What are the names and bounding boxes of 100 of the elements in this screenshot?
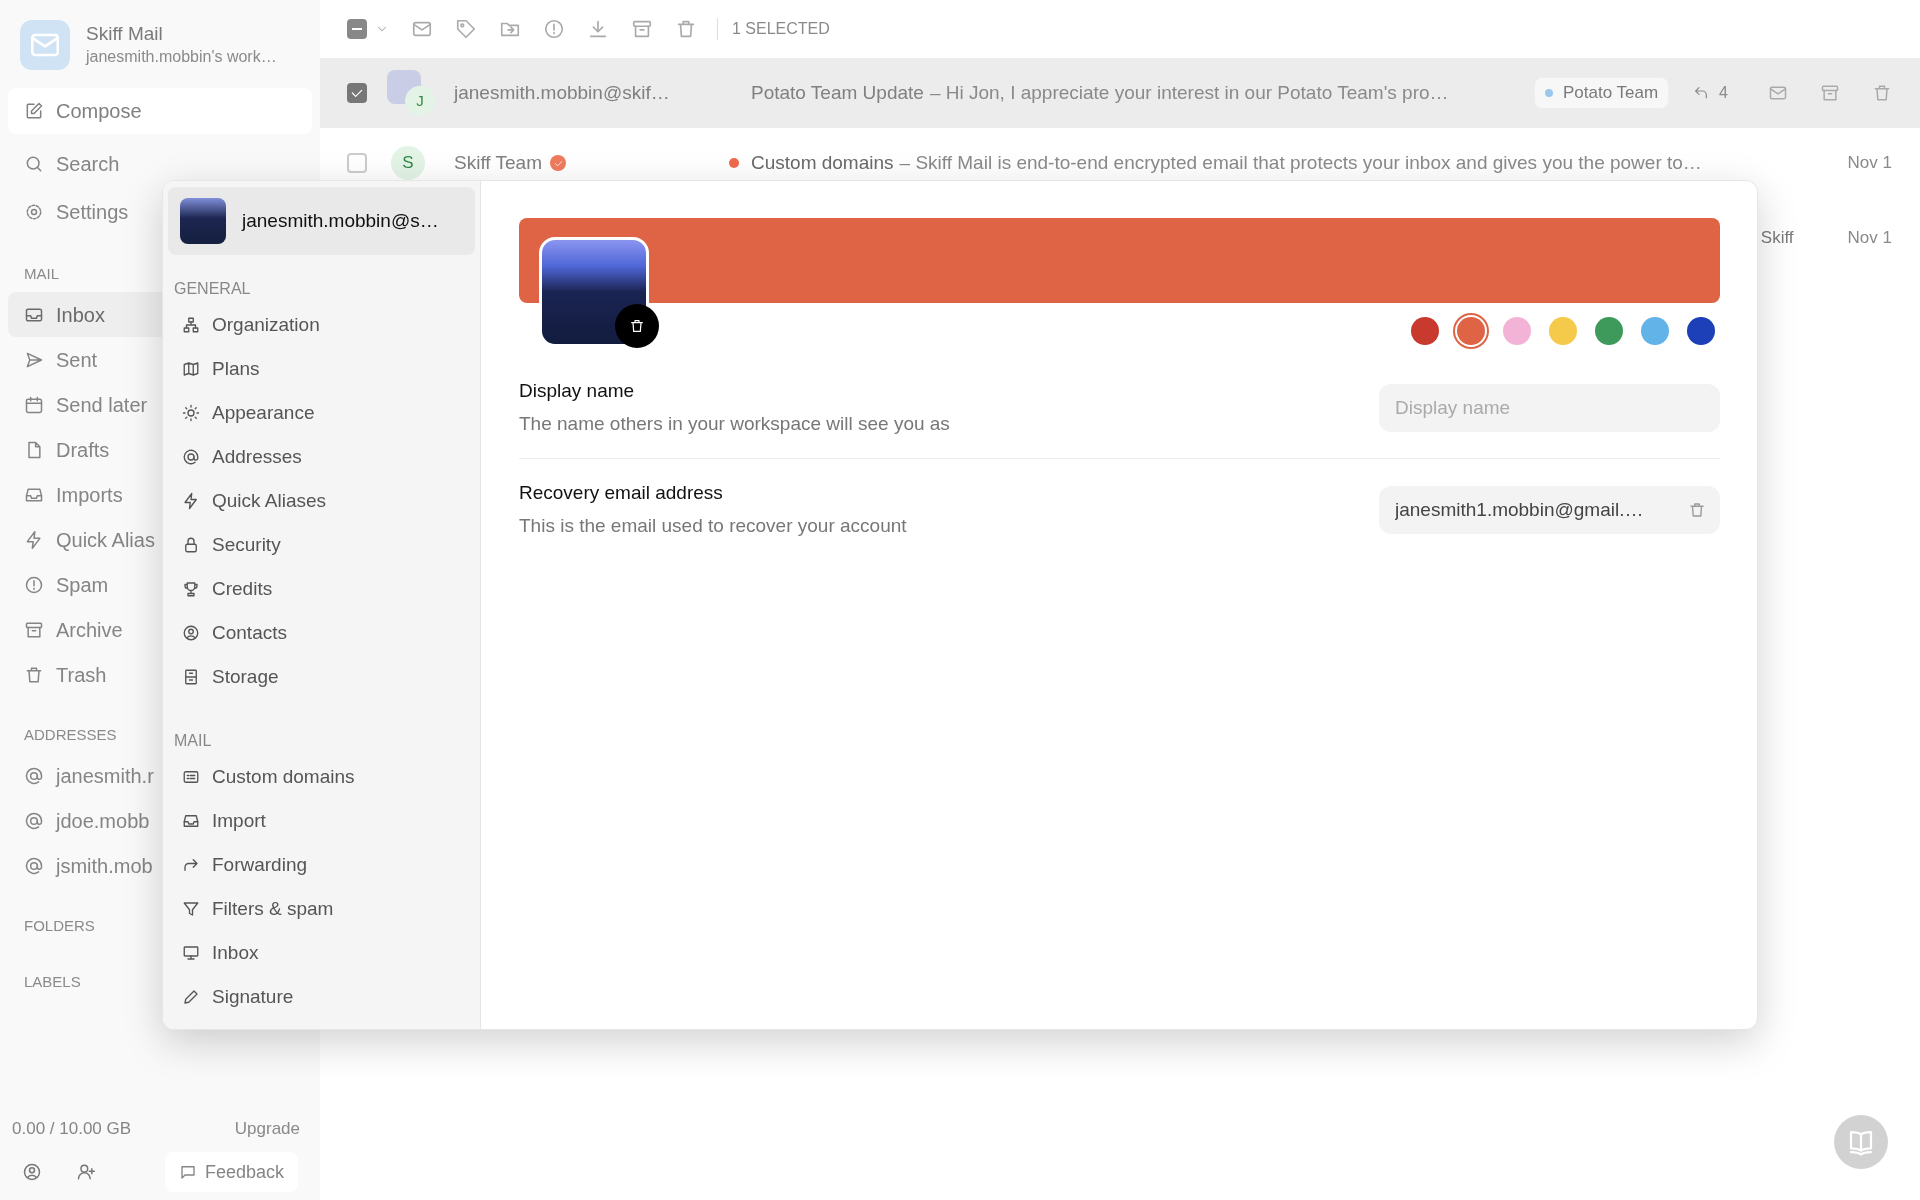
message-row[interactable]: J janesmith.mobbin@skif… Potato Team Update – Hi Jon, I appreciate your interest in our Potato Team's pro… Potato Team 4 <box>320 58 1920 128</box>
settings-nav-item[interactable]: Inbox <box>168 931 475 975</box>
settings-nav-item[interactable]: Appearance <box>168 391 475 435</box>
user-plus-icon <box>76 1162 96 1182</box>
tag-icon <box>455 18 477 40</box>
settings-nav-item[interactable]: Custom domains <box>168 755 475 799</box>
trash-icon <box>675 18 697 40</box>
avatar: J <box>405 86 435 116</box>
message-subject: Custom domains <box>751 150 894 175</box>
monitor-icon <box>182 944 200 962</box>
toolbar-button[interactable] <box>543 18 565 40</box>
field-description: This is the email used to recover your account <box>519 513 907 538</box>
trash-icon <box>1872 83 1892 103</box>
archive-icon <box>1820 83 1840 103</box>
label-tag[interactable]: Potato Team <box>1533 77 1670 109</box>
lock-icon <box>182 536 200 554</box>
edit-icon <box>24 101 44 121</box>
user-circle-icon <box>22 1162 42 1182</box>
selection-count: 1 SELECTED <box>732 19 830 39</box>
section-heading: MAIL <box>173 731 213 751</box>
toolbar-button[interactable] <box>631 18 653 40</box>
map-icon <box>182 360 200 378</box>
feedback-button[interactable]: Feedback <box>164 1152 298 1192</box>
exclamation-circle-icon <box>543 18 565 40</box>
field-description: The name others in your workspace will see you as <box>519 411 950 436</box>
forward-arrow-icon <box>182 856 200 874</box>
sun-icon <box>182 404 200 422</box>
storage-usage: 0.00 / 10.00 GB <box>12 1118 132 1141</box>
hierarchy-icon <box>182 316 200 334</box>
input-field[interactable]: Display name <box>1379 383 1720 432</box>
settings-nav-item[interactable]: Signature <box>168 975 475 1019</box>
select-all-checkbox[interactable] <box>347 19 367 39</box>
section-heading: FOLDERS <box>24 916 95 936</box>
checkbox[interactable] <box>347 83 367 103</box>
email-field[interactable]: janesmith1.mobbin@gmail.… <box>1379 485 1720 534</box>
list-card-icon <box>182 768 200 786</box>
settings-nav-item[interactable]: Contacts <box>168 611 475 655</box>
photo-placeholder <box>180 198 226 244</box>
archive-icon <box>631 18 653 40</box>
workspace-name: janesmith.mobbin's work… <box>86 47 277 67</box>
at-sign-icon <box>24 810 44 831</box>
reply-icon <box>1693 85 1710 101</box>
settings-nav-item[interactable]: Filters & spam <box>168 887 475 931</box>
pencil-icon <box>182 988 200 1006</box>
row-action-button[interactable] <box>1820 83 1840 103</box>
checkbox[interactable] <box>347 153 367 173</box>
lightning-icon <box>182 492 200 510</box>
settings-nav-item[interactable]: Security <box>168 523 475 567</box>
delete-email-button[interactable] <box>1688 500 1706 519</box>
color-swatch[interactable] <box>1641 317 1669 345</box>
at-sign-icon <box>24 765 44 786</box>
color-swatch[interactable] <box>1687 317 1715 345</box>
account-card[interactable]: janesmith.mobbin@s… <box>168 187 475 255</box>
upgrade-link[interactable]: Upgrade <box>234 1116 308 1142</box>
settings-nav-item[interactable]: Plans <box>168 347 475 391</box>
app-name: Skiff Mail <box>86 22 164 46</box>
settings-nav-item[interactable]: Forwarding <box>168 843 475 887</box>
tray-icon <box>182 812 200 830</box>
download-icon <box>587 18 609 40</box>
field-label: Display name <box>519 379 636 403</box>
at-sign-icon <box>24 855 44 876</box>
trash-icon <box>1688 500 1706 519</box>
color-swatch[interactable] <box>1595 317 1623 345</box>
sender-name: janesmith.mobbin@skif… <box>454 80 670 105</box>
exclamation-circle-icon <box>24 574 44 595</box>
cabinet-icon <box>182 668 200 686</box>
mail-icon <box>1768 83 1788 103</box>
settings-nav-item[interactable]: Addresses <box>168 435 475 479</box>
message-subject: Potato Team Update <box>751 80 924 105</box>
sidebar-item[interactable]: Search <box>8 140 312 188</box>
field-label: Recovery email address <box>519 481 724 505</box>
settings-nav-item[interactable]: Import <box>168 799 475 843</box>
sender-name: Skiff Team <box>454 150 542 175</box>
color-swatch[interactable] <box>1549 317 1577 345</box>
row-action-button[interactable] <box>1768 83 1788 103</box>
calendar-icon <box>24 394 44 415</box>
message-preview: – Hi Jon, I appreciate your interest in our Potato Team's pro… <box>929 80 1449 105</box>
settings-nav-item[interactable]: Credits <box>168 567 475 611</box>
row-action-button[interactable] <box>1872 83 1892 103</box>
toolbar-button[interactable] <box>587 18 609 40</box>
settings-nav-item[interactable]: Quick Aliases <box>168 479 475 523</box>
compose-button[interactable]: Compose <box>8 88 312 134</box>
message-date: Nov 1 <box>1847 152 1892 175</box>
search-icon <box>24 154 44 174</box>
message-date: Nov 1 <box>1847 227 1892 250</box>
message-preview: – Skiff Mail is end-to-end encrypted email that protects your inbox and gives you the power to… <box>899 150 1702 175</box>
filter-icon <box>182 900 200 918</box>
color-swatch[interactable] <box>1411 317 1439 345</box>
color-swatch[interactable] <box>1503 317 1531 345</box>
user-circle-icon <box>182 624 200 642</box>
settings-nav-item[interactable]: Storage <box>168 655 475 699</box>
trash-icon <box>629 318 645 334</box>
section-heading: MAIL <box>24 264 59 284</box>
avatar: S <box>391 146 425 180</box>
section-heading: LABELS <box>24 972 81 992</box>
at-sign-icon <box>182 448 200 466</box>
lightning-icon <box>24 529 44 550</box>
toolbar-button[interactable] <box>455 18 477 40</box>
toolbar-button[interactable] <box>675 18 697 40</box>
color-swatch[interactable] <box>1457 317 1485 345</box>
